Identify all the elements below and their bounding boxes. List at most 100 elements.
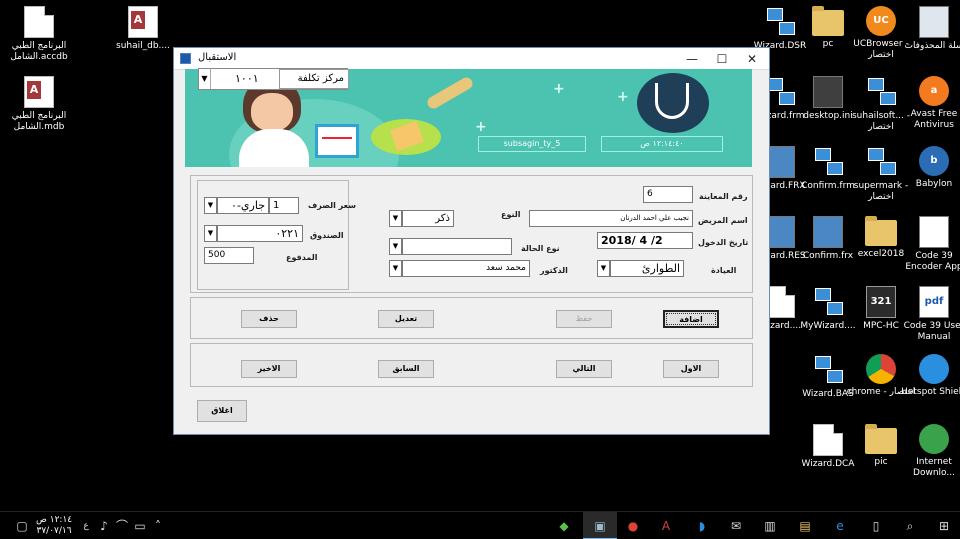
- edit-button[interactable]: تعديل: [378, 310, 434, 328]
- navigation-group: الاخير السابق التالي الاول: [190, 343, 753, 387]
- desktop-icon-hotspot-shield[interactable]: Hotspot Shield: [899, 354, 960, 398]
- desktop-icon-suhail-db[interactable]: suhail_db....: [108, 6, 178, 52]
- network-icon: [813, 286, 843, 318]
- taskbar-date: ٣٧/٠٧/١٦: [36, 526, 72, 536]
- taskbar-clock[interactable]: ١٢:١٤ ص ٣٧/٠٧/١٦: [36, 515, 72, 537]
- desktop-icon-idm[interactable]: Internet Downlo...: [899, 424, 960, 479]
- patient-name-field[interactable]: نجيب علي احمد الدرنان: [529, 210, 693, 227]
- desktop-icon-label: Babylon: [915, 179, 953, 189]
- desktop-icon-avast[interactable]: a Avast Free Antivirus: [899, 76, 960, 131]
- folder-icon: [865, 216, 897, 246]
- ucbrowser-icon: UC: [866, 6, 896, 36]
- network-app-icon[interactable]: ▣: [592, 518, 608, 534]
- add-button[interactable]: اضافة: [663, 310, 719, 328]
- cost-center-combo[interactable]: ▼ ١٠٠١ مركز تكلفة: [198, 68, 349, 90]
- currency-field[interactable]: جاري-٠: [217, 197, 269, 214]
- doctor-label: الدكتور: [540, 266, 568, 275]
- last-record-button[interactable]: الاخير: [241, 360, 297, 378]
- desktop-icon-label: Code 39 Encoder App: [905, 251, 960, 272]
- entry-date-field[interactable]: 2018/ 4 /2: [597, 232, 693, 249]
- wifi-icon[interactable]: ⌒: [114, 518, 130, 534]
- recycle-bin-icon: [919, 6, 949, 38]
- mail-icon[interactable]: ✉: [728, 518, 744, 534]
- desktop-icon-babylon[interactable]: b Babylon: [899, 146, 960, 190]
- case-type-label: نوع الحالة: [521, 244, 560, 253]
- download-manager-icon: [919, 424, 949, 454]
- fund-field[interactable]: ٠٢٢١: [217, 225, 303, 242]
- title-bar[interactable]: الاستقبال — ☐ ✕: [174, 48, 769, 70]
- save-button[interactable]: حفظ: [556, 310, 612, 328]
- network-icon: [813, 354, 843, 386]
- file-explorer-icon[interactable]: ▤: [797, 518, 813, 534]
- window-title: الاستقبال: [198, 52, 237, 63]
- doctor-field[interactable]: محمد سعد: [402, 260, 530, 277]
- nurse-face: [251, 93, 293, 131]
- delete-button[interactable]: حذف: [241, 310, 297, 328]
- shield-taskbar-icon[interactable]: ◗: [694, 518, 710, 534]
- actions-group: حذف تعديل حفظ اضافة: [190, 297, 753, 339]
- clinic-dropdown[interactable]: ▼: [597, 260, 610, 277]
- exchange-rate-label: سعر الصرف: [308, 201, 357, 210]
- paid-field[interactable]: 500: [204, 247, 254, 264]
- mpc-hc-icon: 321: [866, 286, 896, 318]
- entry-date-label: تاريخ الدخول: [698, 238, 749, 247]
- thermometer-icon: [425, 75, 475, 111]
- document-icon: [24, 6, 54, 38]
- desktop-icon-label: سلة المحذوفات: [904, 41, 960, 51]
- minimize-button[interactable]: —: [677, 49, 707, 69]
- currency-dropdown[interactable]: ▼: [204, 197, 217, 214]
- next-record-button[interactable]: التالي: [556, 360, 612, 378]
- battery-icon[interactable]: ▭: [132, 518, 148, 534]
- notification-icon[interactable]: ▢: [14, 518, 30, 534]
- chrome-taskbar-icon[interactable]: ●: [625, 518, 641, 534]
- fund-dropdown[interactable]: ▼: [204, 225, 217, 242]
- network-icon: [765, 6, 795, 38]
- edge-icon[interactable]: e: [832, 518, 848, 534]
- doctor-dropdown[interactable]: ▼: [389, 260, 402, 277]
- stethoscope-icon: [655, 83, 689, 119]
- exchange-rate-field[interactable]: 1: [269, 197, 299, 214]
- desktop-icon-label: Code 39 User Manual: [903, 321, 960, 342]
- payment-group: ▼ جاري-٠ 1 سعر الصرف ▼ ٠٢٢١ الصندوق 500 …: [197, 180, 356, 290]
- speaker-icon[interactable]: ♪: [96, 518, 112, 534]
- taskbar-time: ١٢:١٤ ص: [36, 515, 73, 525]
- maximize-button[interactable]: ☐: [707, 49, 737, 69]
- search-icon[interactable]: ⌕: [902, 518, 918, 534]
- case-type-dropdown[interactable]: ▼: [389, 238, 402, 255]
- clinic-field[interactable]: الطوارئ: [610, 260, 684, 277]
- desktop-icon-recycle-bin[interactable]: سلة المحذوفات: [899, 6, 960, 52]
- time-box: ١٢:١٤:٤٠ ص: [601, 136, 723, 152]
- first-record-button[interactable]: الاول: [663, 360, 719, 378]
- gender-label: النوع: [501, 210, 521, 219]
- gender-field[interactable]: ذكر: [402, 210, 454, 227]
- store-icon[interactable]: ▥: [762, 518, 778, 534]
- task-view-icon[interactable]: ▯: [868, 518, 884, 534]
- plus-icon: +: [475, 119, 487, 135]
- case-type-field[interactable]: [402, 238, 512, 255]
- access-taskbar-icon[interactable]: A: [658, 518, 674, 534]
- desktop-icon-code39-manual[interactable]: pdf Code 39 User Manual: [899, 286, 960, 343]
- cost-center-value: ١٠٠١: [235, 72, 259, 85]
- desktop-icon-label: Internet Downlo...: [913, 457, 955, 478]
- desktop-icon-label: suhail_db....: [116, 41, 170, 51]
- taskbar: ▢ ١٢:١٤ ص ٣٧/٠٧/١٦ ع ♪ ⌒ ▭ ˄ ◆ ▣ ● A ◗ ✉…: [0, 511, 960, 539]
- app-taskbar-icon[interactable]: ◆: [556, 518, 572, 534]
- desktop-icon-accdb[interactable]: البرنامج الطبي الشامل.accdb: [4, 6, 74, 63]
- windows-start-icon[interactable]: ⊞: [936, 518, 952, 534]
- patient-name-label: اسم المريض: [698, 216, 748, 225]
- visit-number-label: رقم المعاينة: [699, 192, 748, 201]
- close-form-button[interactable]: اغلاق: [197, 400, 247, 422]
- desktop-icon-code39-encoder[interactable]: Code 39 Encoder App: [899, 216, 960, 273]
- previous-record-button[interactable]: السابق: [378, 360, 434, 378]
- language-indicator[interactable]: ع: [78, 518, 94, 534]
- plus-icon: +: [617, 89, 629, 105]
- chevron-up-icon[interactable]: ˄: [150, 518, 166, 534]
- shield-icon: [919, 354, 949, 384]
- visit-number-field[interactable]: 6: [643, 186, 693, 203]
- clipboard-icon: [315, 124, 359, 158]
- close-window-button[interactable]: ✕: [737, 49, 767, 69]
- chevron-down-icon[interactable]: ▼: [199, 69, 211, 89]
- gender-dropdown[interactable]: ▼: [389, 210, 402, 227]
- access-file-icon: [128, 6, 158, 38]
- desktop-icon-mdb[interactable]: البرنامج الطبي الشامل.mdb: [4, 76, 74, 133]
